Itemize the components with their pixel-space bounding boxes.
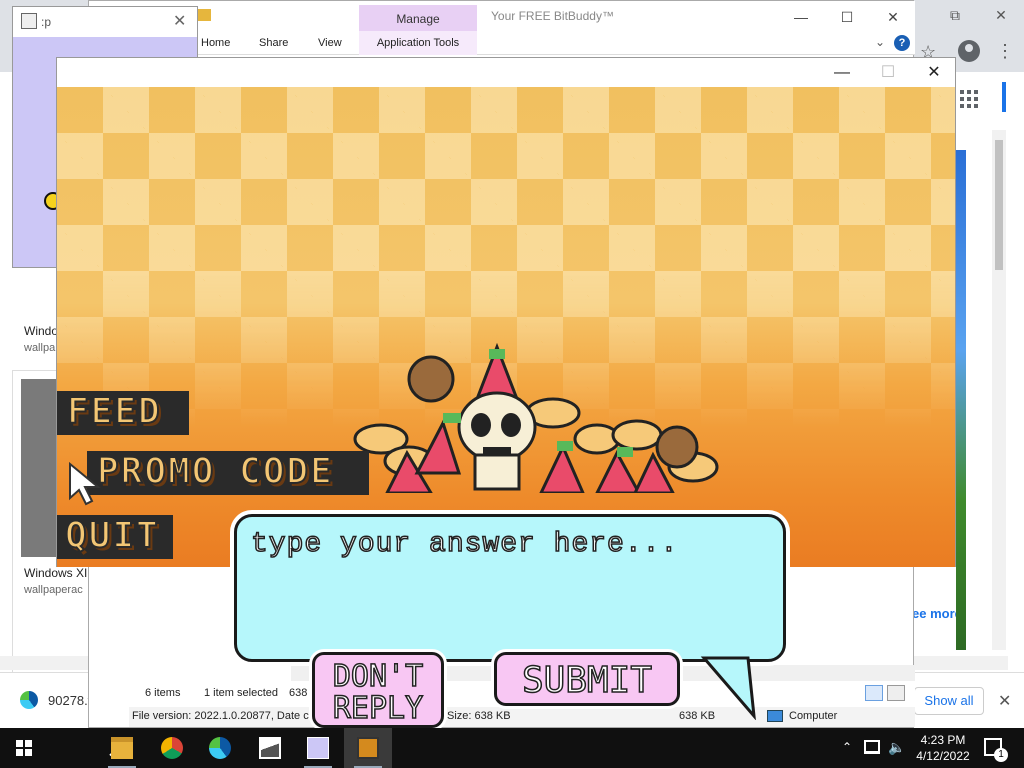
folder-icon — [111, 737, 133, 759]
game-titlebar: — ☐ ✕ — [57, 58, 955, 87]
taskbar-edge[interactable] — [196, 728, 244, 768]
close-icon[interactable]: ✕ — [990, 4, 1012, 26]
bitbuddy-app-icon — [357, 737, 379, 759]
dont-reply-label-line1: DON'T — [332, 659, 424, 694]
ribbon-tabs: Home Share View Application Tools — [89, 31, 915, 55]
submit-button[interactable]: SUBMIT — [494, 652, 680, 706]
network-icon[interactable] — [864, 740, 880, 754]
bunny-app-icon — [307, 737, 329, 759]
tab-application-tools[interactable]: Application Tools — [359, 31, 477, 55]
close-download-bar-icon[interactable]: ✕ — [998, 691, 1011, 711]
tab-share[interactable]: Share — [259, 37, 288, 49]
profile-icon[interactable] — [958, 40, 980, 62]
window-title: :p — [41, 15, 52, 29]
photos-icon — [259, 737, 281, 759]
notification-count-badge: 1 — [994, 748, 1008, 762]
details-view-icon[interactable] — [865, 685, 883, 701]
minimize-icon[interactable]: — — [791, 7, 811, 27]
selection-size: 638 — [289, 687, 308, 699]
chevron-down-icon[interactable]: ⌄ — [875, 35, 885, 49]
system-clock[interactable]: 4:23 PM 4/12/2022 — [912, 732, 974, 764]
card-subtitle: wallpaperac — [24, 584, 83, 596]
taskbar-chrome[interactable] — [148, 728, 196, 768]
selection-status: 1 item selected — [204, 687, 278, 699]
details-bar: File version: 2022.1.0.20877, Date c Siz… — [129, 707, 915, 727]
restore-icon[interactable]: ⧉ — [944, 4, 966, 26]
taskbar-photos[interactable] — [246, 728, 294, 768]
card-subtitle: wallpa — [24, 342, 56, 354]
answer-dialog[interactable]: type your answer here... — [234, 514, 786, 662]
pointer-cursor-icon — [69, 462, 101, 506]
edge-file-icon — [20, 691, 38, 709]
see-more-link[interactable]: ee more — [912, 606, 962, 621]
show-all-button[interactable]: Show all — [914, 687, 984, 715]
edge-icon — [209, 737, 231, 759]
close-icon[interactable]: ✕ — [883, 7, 903, 27]
vertical-scrollbar[interactable] — [992, 130, 1006, 650]
chevron-up-icon[interactable]: ⌃ — [842, 740, 852, 754]
windows-start-icon — [16, 740, 32, 756]
tab-view[interactable]: View — [318, 37, 342, 49]
accent-bar — [1002, 82, 1006, 112]
minimize-icon[interactable]: — — [831, 62, 853, 84]
bitbuddy-game-window: — ☐ ✕ FEED PROMO CODE QUIT — [56, 57, 956, 567]
menu-item-promo-code[interactable]: PROMO CODE — [96, 450, 334, 493]
answer-input[interactable]: type your answer here... — [250, 528, 678, 561]
large-icons-view-icon[interactable] — [887, 685, 905, 701]
dont-reply-button[interactable]: DON'T REPLY — [312, 652, 444, 728]
clock-date: 4/12/2022 — [916, 749, 970, 763]
taskbar-bitbuddy-game[interactable] — [344, 728, 392, 768]
game-scene: FEED PROMO CODE QUIT — [57, 87, 955, 567]
menu-item-quit[interactable]: QUIT — [64, 514, 160, 557]
app-icon — [21, 13, 37, 29]
window-title: Your FREE BitBuddy™ — [491, 9, 614, 23]
location-label: Computer — [789, 710, 838, 722]
card-title[interactable]: Windo — [24, 324, 58, 338]
skeleton-character-with-snacks[interactable] — [347, 343, 737, 493]
volume-icon[interactable]: 🔈 — [888, 739, 905, 756]
tab-home[interactable]: Home — [201, 37, 230, 49]
close-icon[interactable]: ✕ — [923, 62, 945, 84]
start-button[interactable] — [0, 728, 48, 768]
menu-kebab-icon[interactable]: ⋮ — [996, 40, 1014, 62]
maximize-icon[interactable]: ☐ — [837, 7, 857, 27]
view-toggle — [865, 685, 907, 701]
help-icon[interactable]: ? — [894, 35, 910, 51]
dont-reply-label-line2: REPLY — [332, 691, 424, 726]
manage-tab[interactable]: Manage — [359, 5, 477, 33]
file-version: File version: 2022.1.0.20877, Date c — [132, 710, 309, 722]
maximize-icon: ☐ — [880, 64, 896, 81]
close-icon[interactable]: ✕ — [173, 11, 186, 31]
apps-grid-icon[interactable] — [960, 90, 978, 108]
chrome-icon — [161, 737, 183, 759]
file-size: Size: 638 KB — [447, 710, 511, 722]
card-title[interactable]: Windows XI — [24, 566, 87, 580]
item-count: 6 items — [145, 687, 181, 699]
taskbar-file-explorer[interactable] — [98, 728, 146, 768]
wallpaper-thumbnail — [956, 150, 966, 650]
folder-icon — [197, 9, 211, 21]
clock-time: 4:23 PM — [920, 733, 966, 747]
speech-bubble-tail — [700, 656, 756, 720]
computer-icon — [767, 710, 783, 722]
explorer-titlebar: Manage Your FREE BitBuddy™ — ☐ ✕ — [89, 1, 915, 33]
search-button[interactable] — [48, 728, 126, 768]
menu-item-feed[interactable]: FEED — [66, 390, 162, 433]
taskbar: ⌃ 🔈 4:23 PM 4/12/2022 1 — [0, 728, 1024, 768]
taskbar-bitbuddy-pet[interactable] — [294, 728, 342, 768]
